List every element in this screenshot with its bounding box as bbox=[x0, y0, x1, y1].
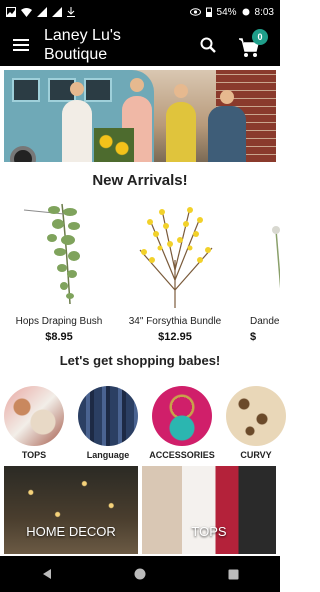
category-tops[interactable]: TOPS bbox=[2, 386, 66, 462]
system-nav-bar bbox=[0, 556, 280, 592]
status-bar: 54% 8:03 bbox=[0, 0, 280, 24]
wifi-icon bbox=[21, 7, 32, 17]
tile-label: HOME DECOR bbox=[26, 524, 116, 539]
back-button[interactable] bbox=[27, 556, 67, 592]
status-notifications bbox=[6, 7, 75, 17]
product-image bbox=[272, 226, 280, 289]
download-icon bbox=[67, 7, 75, 17]
hamburger-menu-icon bbox=[13, 39, 29, 51]
back-triangle-icon bbox=[42, 569, 51, 579]
sunflowers bbox=[94, 128, 134, 162]
product-price: $12.95 bbox=[158, 331, 192, 343]
product-price: $8.95 bbox=[45, 331, 73, 343]
product-name: Dande bbox=[250, 316, 280, 327]
product-image bbox=[139, 207, 213, 308]
new-arrivals-title: New Arrivals! bbox=[92, 172, 188, 189]
tile-tops[interactable]: TOPS bbox=[142, 466, 276, 554]
product-name: Hops Draping Bush bbox=[15, 316, 103, 327]
model-4 bbox=[208, 106, 246, 162]
tile-label: TOPS bbox=[191, 524, 227, 539]
product-card[interactable]: 34" Forsythia Bundle $12.95 bbox=[120, 200, 230, 350]
model-1 bbox=[62, 100, 92, 162]
category-image bbox=[4, 386, 64, 446]
category-image bbox=[78, 386, 138, 446]
signal-2-icon bbox=[52, 7, 62, 17]
category-curvy[interactable]: CURVY bbox=[224, 386, 288, 462]
app-title: Laney Lu's Boutique bbox=[44, 27, 121, 63]
category-label: Language bbox=[86, 450, 130, 460]
cart-count-badge: 0 bbox=[252, 29, 268, 45]
product-price: $ bbox=[250, 331, 257, 343]
home-circle-icon bbox=[134, 568, 146, 580]
home-button[interactable] bbox=[120, 556, 160, 592]
image-notification-icon bbox=[6, 7, 16, 17]
cart-button[interactable]: 0 bbox=[238, 29, 268, 59]
battery-percent: 54% bbox=[216, 6, 237, 18]
search-icon bbox=[200, 37, 216, 53]
category-accessories[interactable]: ACCESSORIES bbox=[149, 386, 215, 462]
product-card[interactable]: Dande $ bbox=[248, 200, 280, 350]
menu-button[interactable] bbox=[0, 24, 42, 66]
tile-home-decor[interactable]: HOME DECOR bbox=[4, 466, 138, 554]
hero-banner[interactable] bbox=[4, 70, 276, 162]
recents-button[interactable] bbox=[213, 556, 253, 592]
category-label: TOPS bbox=[21, 450, 47, 460]
product-name: 34" Forsythia Bundle bbox=[128, 316, 222, 327]
shopping-title: Let's get shopping babes! bbox=[59, 353, 221, 368]
category-language[interactable]: Language bbox=[76, 386, 140, 462]
category-image bbox=[152, 386, 212, 446]
category-image bbox=[226, 386, 286, 446]
battery-icon bbox=[205, 7, 212, 17]
product-card[interactable]: Hops Draping Bush $8.95 bbox=[4, 200, 114, 350]
clock: 8:03 bbox=[254, 6, 274, 18]
search-button[interactable] bbox=[196, 33, 220, 57]
app-bar: Laney Lu's Boutique 0 bbox=[0, 24, 280, 66]
product-image bbox=[23, 203, 80, 305]
recents-square-icon bbox=[228, 569, 239, 579]
model-3 bbox=[166, 102, 196, 162]
notification-dot-icon bbox=[242, 8, 250, 16]
category-label: CURVY bbox=[240, 450, 272, 460]
eye-icon bbox=[189, 8, 201, 16]
status-system: 54% 8:03 bbox=[189, 6, 274, 18]
signal-icon bbox=[37, 7, 47, 17]
category-label: ACCESSORIES bbox=[149, 450, 215, 460]
